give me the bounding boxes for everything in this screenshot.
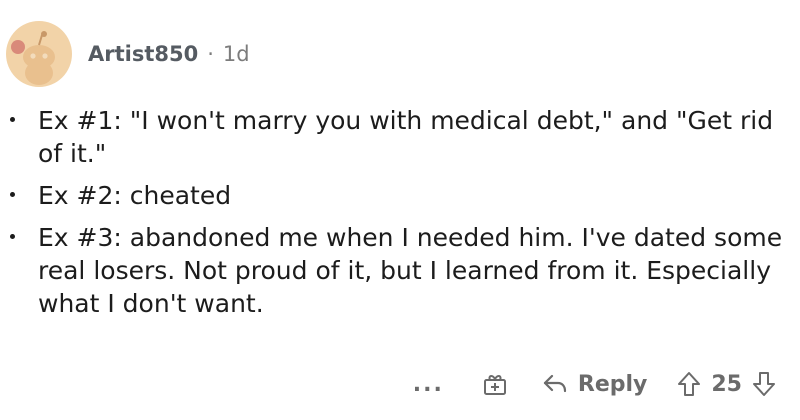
upvote-button[interactable] [677, 370, 701, 398]
list-item-text: Ex #2: cheated [38, 181, 232, 210]
award-button[interactable] [482, 371, 508, 397]
downvote-button[interactable] [752, 370, 776, 398]
comment-actions: ... Reply 25 [413, 362, 776, 406]
list-item: Ex #2: cheated [0, 179, 800, 212]
comment-age: 1d [222, 42, 250, 66]
more-options-button[interactable]: ... [413, 372, 444, 397]
list-item-text: Ex #1: "I won't marry you with medical d… [38, 106, 774, 168]
reply-button[interactable]: Reply [542, 371, 648, 397]
username-link[interactable]: Artist850 [88, 42, 198, 66]
bullet-point [10, 192, 15, 197]
downvote-arrow-icon [753, 372, 775, 396]
list-item: Ex #3: abandoned me when I needed him. I… [0, 221, 800, 320]
reply-label: Reply [577, 371, 648, 397]
reply-arrow-icon [543, 374, 566, 393]
vote-count: 25 [711, 371, 742, 397]
upvote-arrow-icon [678, 372, 701, 396]
comment-body: Ex #1: "I won't marry you with medical d… [0, 104, 800, 329]
comment-header: Artist850 · 1d [6, 14, 250, 94]
meta-separator: · [207, 42, 214, 66]
comment-meta: Artist850 · 1d [88, 42, 250, 66]
list-item-text: Ex #3: abandoned me when I needed him. I… [38, 223, 783, 318]
bullet-point [10, 234, 15, 239]
snoo-avatar-icon [11, 31, 55, 85]
list-item: Ex #1: "I won't marry you with medical d… [0, 104, 800, 170]
user-avatar[interactable] [6, 21, 72, 87]
bullet-point [10, 117, 15, 122]
award-gift-icon [483, 375, 506, 395]
